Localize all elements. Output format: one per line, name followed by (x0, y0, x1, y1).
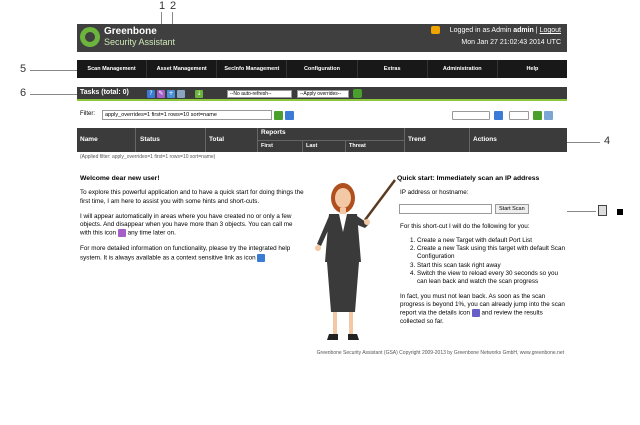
quick-start-title: Quick start: Immediately scan an IP addr… (397, 175, 540, 182)
list-item: Switch the view to reload every 30 secon… (417, 270, 567, 287)
header-bar: Greenbone Security Assistant Logged in a… (77, 24, 567, 52)
list-item: Create a new Target with default Port Li… (417, 237, 567, 245)
filter-help-icon[interactable] (285, 111, 294, 120)
welcome-p1: To explore this powerful application and… (80, 189, 304, 205)
datetime: Mon Jan 27 21:02:43 2014 UTC (461, 39, 561, 46)
tasks-table-header: Name Status Total Reports First Last Thr… (77, 128, 567, 152)
new-task-wizard-icon[interactable]: ✎ (157, 90, 165, 98)
clipboard-icon (598, 205, 607, 216)
ip-label: IP address or hostname: (400, 189, 469, 197)
menu-scan-management[interactable]: Scan Management (77, 60, 148, 78)
col-first[interactable]: First (261, 143, 273, 149)
separator: | (535, 26, 538, 34)
gsa-app: Greenbone Security Assistant Logged in a… (77, 24, 567, 346)
brand-title: Greenbone (104, 26, 157, 37)
filter-apply-icon[interactable] (494, 111, 503, 120)
filter-row: Filter: apply_overrides=1 first=1 rows=1… (77, 109, 567, 122)
callout-5-line (30, 70, 80, 71)
welcome-p3: For more detailed information on functio… (80, 245, 291, 262)
details-icon[interactable] (471, 309, 480, 318)
overrides-select[interactable]: --Apply overrides-- (297, 90, 349, 98)
new-task-icon[interactable]: + (167, 90, 175, 98)
help-icon[interactable] (257, 253, 266, 262)
footer: Greenbone Security Assistant (GSA) Copyr… (316, 350, 564, 356)
menu-help[interactable]: Help (498, 60, 567, 78)
username: admin (513, 26, 534, 34)
filter-dropdown[interactable] (509, 111, 529, 120)
export-icon[interactable]: ↓ (195, 90, 203, 98)
welcome-p2: I will appear automatically in areas whe… (80, 212, 293, 238)
square-marker (617, 209, 623, 215)
new-container-task-icon[interactable] (177, 90, 185, 98)
filter-list-icon[interactable] (544, 111, 553, 120)
menu-extras[interactable]: Extras (358, 60, 428, 78)
quick-start-panel: Quick start: Immediately scan an IP addr… (397, 175, 567, 333)
callout-5: 5 (20, 63, 27, 75)
callout-1: 1 (159, 0, 166, 12)
col-total[interactable]: Total (209, 136, 224, 143)
col-name[interactable]: Name (80, 136, 98, 143)
login-text: Logged in as Admin (449, 26, 512, 34)
filter-refresh-icon[interactable] (274, 111, 283, 120)
menu-administration[interactable]: Administration (428, 60, 498, 78)
menu-asset-management[interactable]: Asset Management (147, 60, 218, 78)
quick-intro: For this short-cut I will do the followi… (400, 222, 530, 230)
saved-filter-input[interactable] (452, 111, 490, 120)
warning-icon[interactable] (430, 26, 440, 34)
col-actions: Actions (473, 136, 497, 143)
welcome-title: Welcome dear new user! (80, 175, 160, 182)
auto-refresh-select[interactable]: --No auto-refresh-- (227, 90, 292, 98)
applied-filter: (Applied filter: apply_overrides=1 first… (80, 154, 216, 160)
col-reports: Reports (261, 129, 286, 136)
tasks-title: Tasks (total: 0) (80, 89, 129, 96)
welcome-panel: Welcome dear new user! To explore this p… (80, 175, 305, 270)
wizard-character-illustration (315, 179, 396, 340)
col-threat[interactable]: Threat (349, 143, 366, 149)
col-last[interactable]: Last (306, 143, 317, 149)
quick-steps: Create a new Target with default Port Li… (397, 237, 567, 287)
col-trend[interactable]: Trend (408, 136, 426, 143)
callout-2: 2 (170, 0, 177, 12)
filter-input[interactable]: apply_overrides=1 first=1 rows=10 sort=n… (102, 110, 272, 120)
session-info: Logged in as Admin admin | Logout Mon Ja… (430, 26, 561, 46)
start-scan-button[interactable]: Start Scan (495, 203, 529, 214)
ip-address-input[interactable] (399, 203, 492, 214)
tasks-bar: Tasks (total: 0) ? ✎ + ↓ --No auto-refre… (77, 87, 567, 101)
callout-6: 6 (20, 87, 27, 99)
filter-reload-icon[interactable] (533, 111, 542, 120)
main-menu: Scan Management Asset Management SecInfo… (77, 60, 567, 78)
brand-subtitle: Security Assistant (104, 37, 176, 47)
col-status[interactable]: Status (140, 136, 160, 143)
refresh-icon[interactable] (353, 89, 362, 98)
help-icon[interactable]: ? (147, 90, 155, 98)
greenbone-logo (80, 27, 100, 47)
list-item: Start this scan task right away (417, 262, 567, 270)
filter-label: Filter: (80, 111, 95, 117)
callout-4: 4 (604, 135, 611, 147)
menu-secinfo-management[interactable]: SecInfo Management (217, 60, 288, 78)
quick-outro: In fact, you must not lean back. As soon… (400, 292, 565, 326)
logout-link[interactable]: Logout (540, 27, 561, 34)
wizard-icon[interactable] (117, 229, 126, 238)
list-item: Create a new Task using this target with… (417, 245, 567, 262)
menu-configuration[interactable]: Configuration (287, 60, 358, 78)
